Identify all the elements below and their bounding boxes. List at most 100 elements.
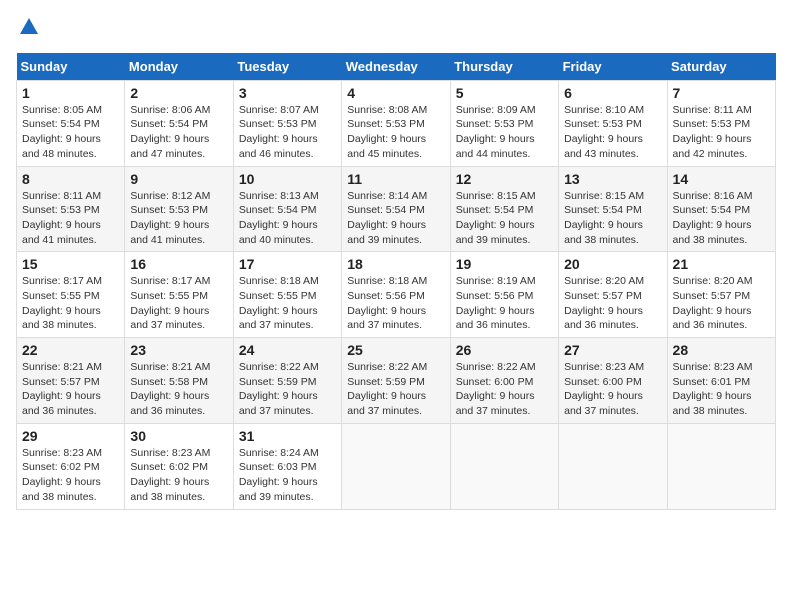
calendar-week-row: 8 Sunrise: 8:11 AM Sunset: 5:53 PM Dayli… bbox=[17, 166, 776, 252]
calendar-day-cell: 1 Sunrise: 8:05 AM Sunset: 5:54 PM Dayli… bbox=[17, 80, 125, 166]
day-number: 30 bbox=[130, 428, 227, 444]
day-info: Sunrise: 8:23 AM Sunset: 6:00 PM Dayligh… bbox=[564, 360, 661, 419]
calendar-day-cell: 23 Sunrise: 8:21 AM Sunset: 5:58 PM Dayl… bbox=[125, 338, 233, 424]
calendar-day-cell: 6 Sunrise: 8:10 AM Sunset: 5:53 PM Dayli… bbox=[559, 80, 667, 166]
day-info: Sunrise: 8:07 AM Sunset: 5:53 PM Dayligh… bbox=[239, 103, 336, 162]
calendar-day-cell: 21 Sunrise: 8:20 AM Sunset: 5:57 PM Dayl… bbox=[667, 252, 775, 338]
day-number: 4 bbox=[347, 85, 444, 101]
day-info: Sunrise: 8:18 AM Sunset: 5:56 PM Dayligh… bbox=[347, 274, 444, 333]
day-of-week-header: Saturday bbox=[667, 53, 775, 81]
day-number: 24 bbox=[239, 342, 336, 358]
day-info: Sunrise: 8:17 AM Sunset: 5:55 PM Dayligh… bbox=[130, 274, 227, 333]
calendar-day-cell: 26 Sunrise: 8:22 AM Sunset: 6:00 PM Dayl… bbox=[450, 338, 558, 424]
day-number: 27 bbox=[564, 342, 661, 358]
day-info: Sunrise: 8:23 AM Sunset: 6:02 PM Dayligh… bbox=[130, 446, 227, 505]
day-number: 11 bbox=[347, 171, 444, 187]
calendar-day-cell: 20 Sunrise: 8:20 AM Sunset: 5:57 PM Dayl… bbox=[559, 252, 667, 338]
calendar-day-cell: 14 Sunrise: 8:16 AM Sunset: 5:54 PM Dayl… bbox=[667, 166, 775, 252]
calendar-day-cell: 22 Sunrise: 8:21 AM Sunset: 5:57 PM Dayl… bbox=[17, 338, 125, 424]
day-number: 28 bbox=[673, 342, 770, 358]
day-number: 10 bbox=[239, 171, 336, 187]
calendar-week-row: 1 Sunrise: 8:05 AM Sunset: 5:54 PM Dayli… bbox=[17, 80, 776, 166]
day-info: Sunrise: 8:22 AM Sunset: 5:59 PM Dayligh… bbox=[239, 360, 336, 419]
calendar-day-cell: 4 Sunrise: 8:08 AM Sunset: 5:53 PM Dayli… bbox=[342, 80, 450, 166]
day-number: 12 bbox=[456, 171, 553, 187]
calendar-table: SundayMondayTuesdayWednesdayThursdayFrid… bbox=[16, 53, 776, 510]
day-of-week-header: Thursday bbox=[450, 53, 558, 81]
day-of-week-header: Sunday bbox=[17, 53, 125, 81]
day-number: 18 bbox=[347, 256, 444, 272]
day-info: Sunrise: 8:20 AM Sunset: 5:57 PM Dayligh… bbox=[673, 274, 770, 333]
calendar-day-cell: 11 Sunrise: 8:14 AM Sunset: 5:54 PM Dayl… bbox=[342, 166, 450, 252]
calendar-day-cell: 5 Sunrise: 8:09 AM Sunset: 5:53 PM Dayli… bbox=[450, 80, 558, 166]
calendar-week-row: 22 Sunrise: 8:21 AM Sunset: 5:57 PM Dayl… bbox=[17, 338, 776, 424]
day-info: Sunrise: 8:11 AM Sunset: 5:53 PM Dayligh… bbox=[673, 103, 770, 162]
day-info: Sunrise: 8:05 AM Sunset: 5:54 PM Dayligh… bbox=[22, 103, 119, 162]
calendar-day-cell: 18 Sunrise: 8:18 AM Sunset: 5:56 PM Dayl… bbox=[342, 252, 450, 338]
day-info: Sunrise: 8:21 AM Sunset: 5:57 PM Dayligh… bbox=[22, 360, 119, 419]
day-info: Sunrise: 8:12 AM Sunset: 5:53 PM Dayligh… bbox=[130, 189, 227, 248]
calendar-day-cell: 24 Sunrise: 8:22 AM Sunset: 5:59 PM Dayl… bbox=[233, 338, 341, 424]
day-info: Sunrise: 8:17 AM Sunset: 5:55 PM Dayligh… bbox=[22, 274, 119, 333]
day-number: 23 bbox=[130, 342, 227, 358]
day-number: 26 bbox=[456, 342, 553, 358]
day-of-week-header: Monday bbox=[125, 53, 233, 81]
page-header bbox=[16, 16, 776, 43]
day-number: 14 bbox=[673, 171, 770, 187]
calendar-day-cell: 25 Sunrise: 8:22 AM Sunset: 5:59 PM Dayl… bbox=[342, 338, 450, 424]
day-of-week-header: Tuesday bbox=[233, 53, 341, 81]
day-info: Sunrise: 8:15 AM Sunset: 5:54 PM Dayligh… bbox=[564, 189, 661, 248]
calendar-week-row: 29 Sunrise: 8:23 AM Sunset: 6:02 PM Dayl… bbox=[17, 423, 776, 509]
calendar-day-cell: 30 Sunrise: 8:23 AM Sunset: 6:02 PM Dayl… bbox=[125, 423, 233, 509]
day-number: 29 bbox=[22, 428, 119, 444]
calendar-day-cell: 12 Sunrise: 8:15 AM Sunset: 5:54 PM Dayl… bbox=[450, 166, 558, 252]
day-number: 20 bbox=[564, 256, 661, 272]
calendar-day-cell: 8 Sunrise: 8:11 AM Sunset: 5:53 PM Dayli… bbox=[17, 166, 125, 252]
day-info: Sunrise: 8:20 AM Sunset: 5:57 PM Dayligh… bbox=[564, 274, 661, 333]
day-info: Sunrise: 8:21 AM Sunset: 5:58 PM Dayligh… bbox=[130, 360, 227, 419]
day-of-week-header: Friday bbox=[559, 53, 667, 81]
calendar-header-row: SundayMondayTuesdayWednesdayThursdayFrid… bbox=[17, 53, 776, 81]
day-info: Sunrise: 8:18 AM Sunset: 5:55 PM Dayligh… bbox=[239, 274, 336, 333]
day-number: 8 bbox=[22, 171, 119, 187]
day-info: Sunrise: 8:08 AM Sunset: 5:53 PM Dayligh… bbox=[347, 103, 444, 162]
day-number: 16 bbox=[130, 256, 227, 272]
calendar-day-cell bbox=[667, 423, 775, 509]
day-info: Sunrise: 8:13 AM Sunset: 5:54 PM Dayligh… bbox=[239, 189, 336, 248]
day-of-week-header: Wednesday bbox=[342, 53, 450, 81]
day-info: Sunrise: 8:16 AM Sunset: 5:54 PM Dayligh… bbox=[673, 189, 770, 248]
day-number: 1 bbox=[22, 85, 119, 101]
day-info: Sunrise: 8:23 AM Sunset: 6:01 PM Dayligh… bbox=[673, 360, 770, 419]
calendar-day-cell: 2 Sunrise: 8:06 AM Sunset: 5:54 PM Dayli… bbox=[125, 80, 233, 166]
calendar-day-cell: 10 Sunrise: 8:13 AM Sunset: 5:54 PM Dayl… bbox=[233, 166, 341, 252]
day-info: Sunrise: 8:22 AM Sunset: 6:00 PM Dayligh… bbox=[456, 360, 553, 419]
day-number: 19 bbox=[456, 256, 553, 272]
day-number: 9 bbox=[130, 171, 227, 187]
calendar-day-cell: 15 Sunrise: 8:17 AM Sunset: 5:55 PM Dayl… bbox=[17, 252, 125, 338]
day-info: Sunrise: 8:23 AM Sunset: 6:02 PM Dayligh… bbox=[22, 446, 119, 505]
calendar-day-cell: 16 Sunrise: 8:17 AM Sunset: 5:55 PM Dayl… bbox=[125, 252, 233, 338]
calendar-week-row: 15 Sunrise: 8:17 AM Sunset: 5:55 PM Dayl… bbox=[17, 252, 776, 338]
calendar-day-cell: 13 Sunrise: 8:15 AM Sunset: 5:54 PM Dayl… bbox=[559, 166, 667, 252]
day-number: 21 bbox=[673, 256, 770, 272]
day-number: 3 bbox=[239, 85, 336, 101]
day-info: Sunrise: 8:22 AM Sunset: 5:59 PM Dayligh… bbox=[347, 360, 444, 419]
day-number: 6 bbox=[564, 85, 661, 101]
day-number: 13 bbox=[564, 171, 661, 187]
day-number: 5 bbox=[456, 85, 553, 101]
day-number: 15 bbox=[22, 256, 119, 272]
day-info: Sunrise: 8:19 AM Sunset: 5:56 PM Dayligh… bbox=[456, 274, 553, 333]
calendar-day-cell bbox=[342, 423, 450, 509]
day-number: 31 bbox=[239, 428, 336, 444]
day-number: 25 bbox=[347, 342, 444, 358]
day-info: Sunrise: 8:10 AM Sunset: 5:53 PM Dayligh… bbox=[564, 103, 661, 162]
logo bbox=[16, 16, 40, 43]
calendar-day-cell: 19 Sunrise: 8:19 AM Sunset: 5:56 PM Dayl… bbox=[450, 252, 558, 338]
calendar-day-cell: 17 Sunrise: 8:18 AM Sunset: 5:55 PM Dayl… bbox=[233, 252, 341, 338]
day-number: 7 bbox=[673, 85, 770, 101]
day-info: Sunrise: 8:06 AM Sunset: 5:54 PM Dayligh… bbox=[130, 103, 227, 162]
calendar-day-cell: 29 Sunrise: 8:23 AM Sunset: 6:02 PM Dayl… bbox=[17, 423, 125, 509]
day-info: Sunrise: 8:24 AM Sunset: 6:03 PM Dayligh… bbox=[239, 446, 336, 505]
day-info: Sunrise: 8:11 AM Sunset: 5:53 PM Dayligh… bbox=[22, 189, 119, 248]
calendar-day-cell: 7 Sunrise: 8:11 AM Sunset: 5:53 PM Dayli… bbox=[667, 80, 775, 166]
